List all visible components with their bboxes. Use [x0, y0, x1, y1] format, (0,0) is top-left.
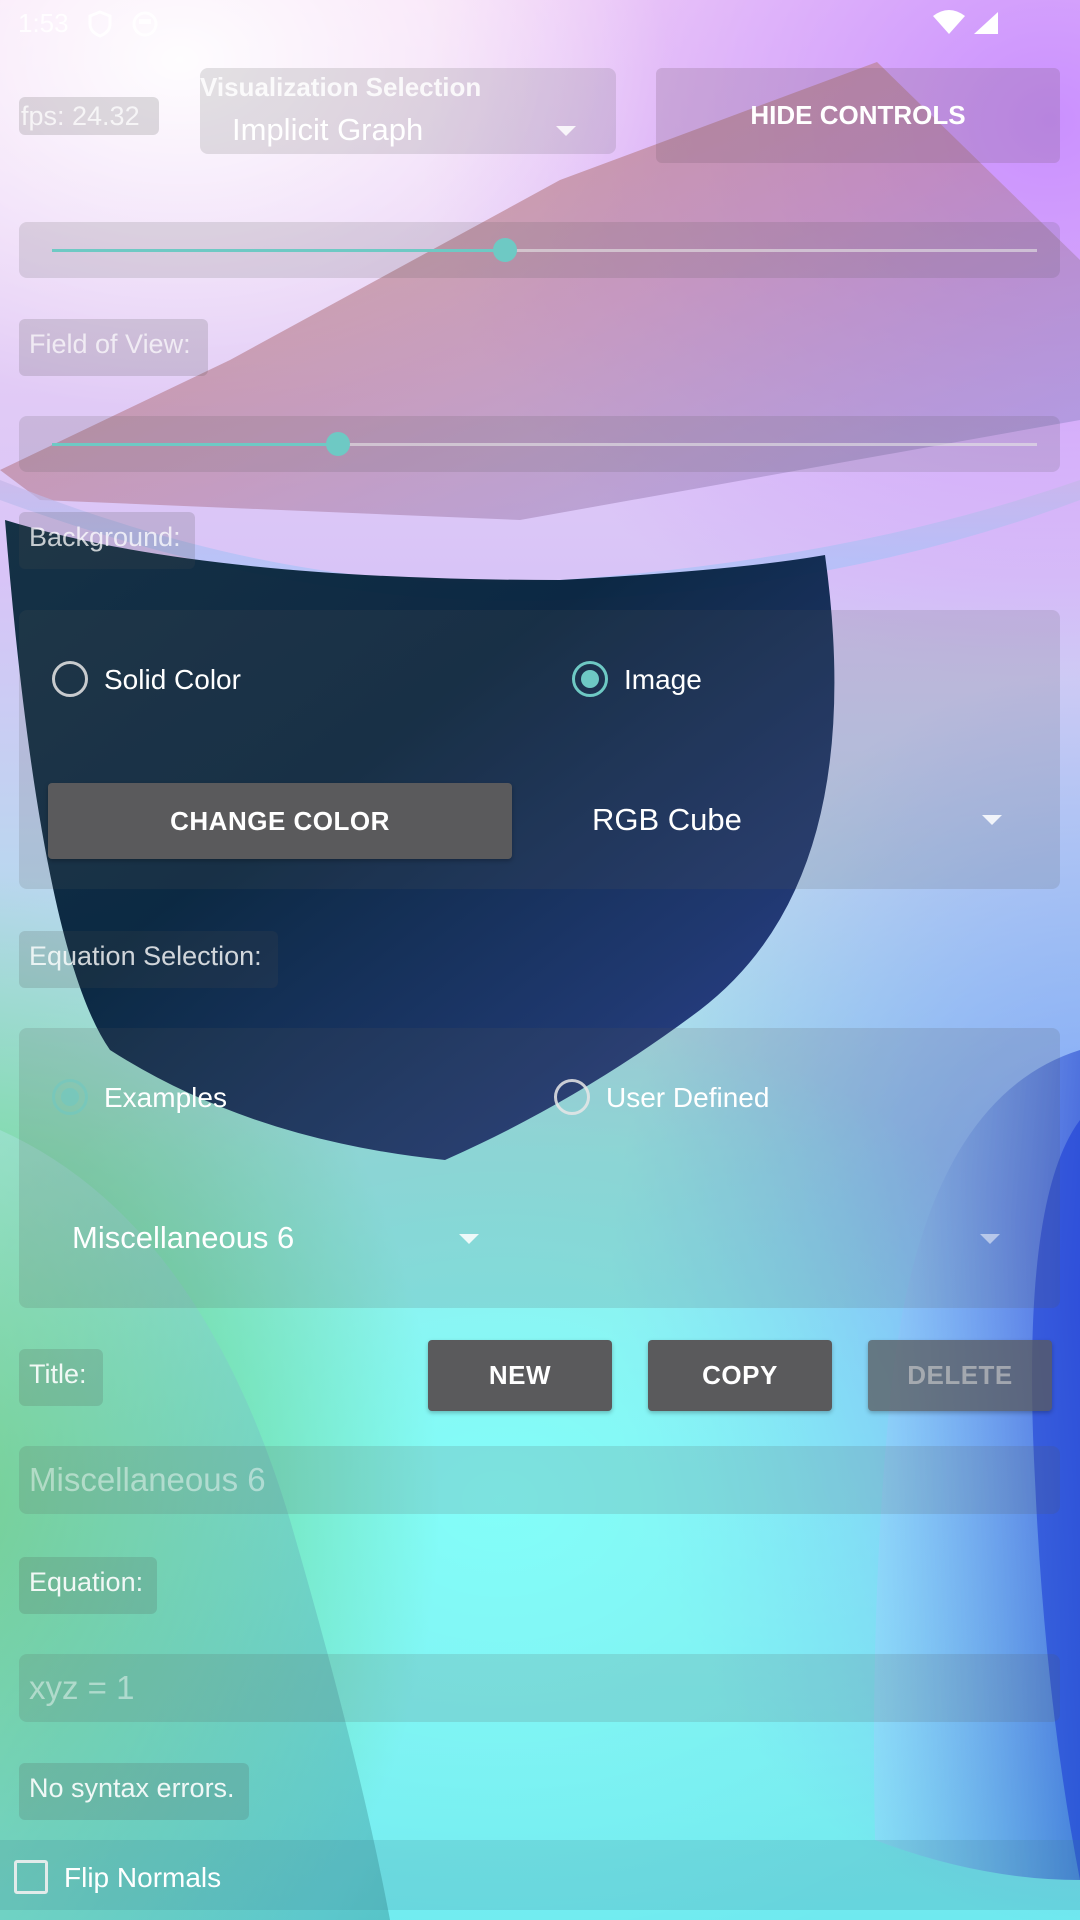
- copy-button[interactable]: COPY: [648, 1340, 832, 1411]
- zoom-slider-fill: [52, 249, 505, 252]
- flip-normals-label[interactable]: Flip Normals: [64, 1862, 221, 1894]
- image-select-value[interactable]: RGB Cube: [592, 802, 742, 838]
- solid-color-label[interactable]: Solid Color: [104, 664, 241, 696]
- user-defined-label[interactable]: User Defined: [606, 1082, 769, 1114]
- visualization-value: Implicit Graph: [232, 112, 424, 147]
- background-panel: Solid Color Image CHANGE COLOR RGB Cube: [19, 610, 1060, 889]
- examples-radio[interactable]: [52, 1079, 88, 1115]
- equation-input[interactable]: xyz = 1: [19, 1654, 1060, 1722]
- status-time: 1:53: [18, 8, 69, 38]
- wifi-icon: [933, 10, 965, 34]
- fov-slider-container: [19, 416, 1060, 472]
- circle-status-icon: [132, 11, 158, 36]
- hide-controls-button[interactable]: HIDE CONTROLS: [656, 68, 1060, 163]
- chevron-down-icon[interactable]: [982, 815, 1002, 825]
- shield-icon: [88, 9, 112, 38]
- visualization-label: Visualization Selection: [200, 72, 482, 102]
- syntax-status: No syntax errors.: [19, 1763, 249, 1820]
- title-input[interactable]: Miscellaneous 6: [19, 1446, 1060, 1514]
- examples-label[interactable]: Examples: [104, 1082, 227, 1114]
- fov-slider-fill: [52, 443, 338, 446]
- chevron-down-icon: [556, 126, 576, 136]
- title-label: Title:: [19, 1349, 103, 1406]
- status-bar: 1:53: [18, 8, 159, 39]
- image-radio[interactable]: [572, 661, 608, 697]
- flip-normals-checkbox[interactable]: [14, 1860, 48, 1894]
- example-select-value[interactable]: Miscellaneous 6: [72, 1220, 294, 1256]
- equation-selection-panel: Examples User Defined Miscellaneous 6: [19, 1028, 1060, 1308]
- user-defined-radio[interactable]: [554, 1079, 590, 1115]
- solid-color-radio[interactable]: [52, 661, 88, 697]
- image-label[interactable]: Image: [624, 664, 702, 696]
- fov-slider-thumb[interactable]: [326, 432, 350, 456]
- zoom-slider-thumb[interactable]: [493, 238, 517, 262]
- chevron-down-icon[interactable]: [980, 1234, 1000, 1244]
- flip-normals-row: Flip Normals: [0, 1840, 1080, 1910]
- chevron-down-icon[interactable]: [459, 1234, 479, 1244]
- background-label: Background:: [19, 512, 195, 569]
- new-button[interactable]: NEW: [428, 1340, 612, 1411]
- equation-selection-label: Equation Selection:: [19, 931, 278, 988]
- signal-icon: [974, 12, 998, 34]
- visualization-selector[interactable]: Visualization Selection Implicit Graph: [200, 68, 616, 154]
- status-icons: [932, 10, 1000, 36]
- fps-counter: fps: 24.32: [19, 97, 159, 135]
- change-color-button[interactable]: CHANGE COLOR: [48, 783, 512, 859]
- delete-button[interactable]: DELETE: [868, 1340, 1052, 1411]
- equation-label: Equation:: [19, 1557, 157, 1614]
- zoom-slider-container: [19, 222, 1060, 278]
- field-of-view-label: Field of View:: [19, 319, 208, 376]
